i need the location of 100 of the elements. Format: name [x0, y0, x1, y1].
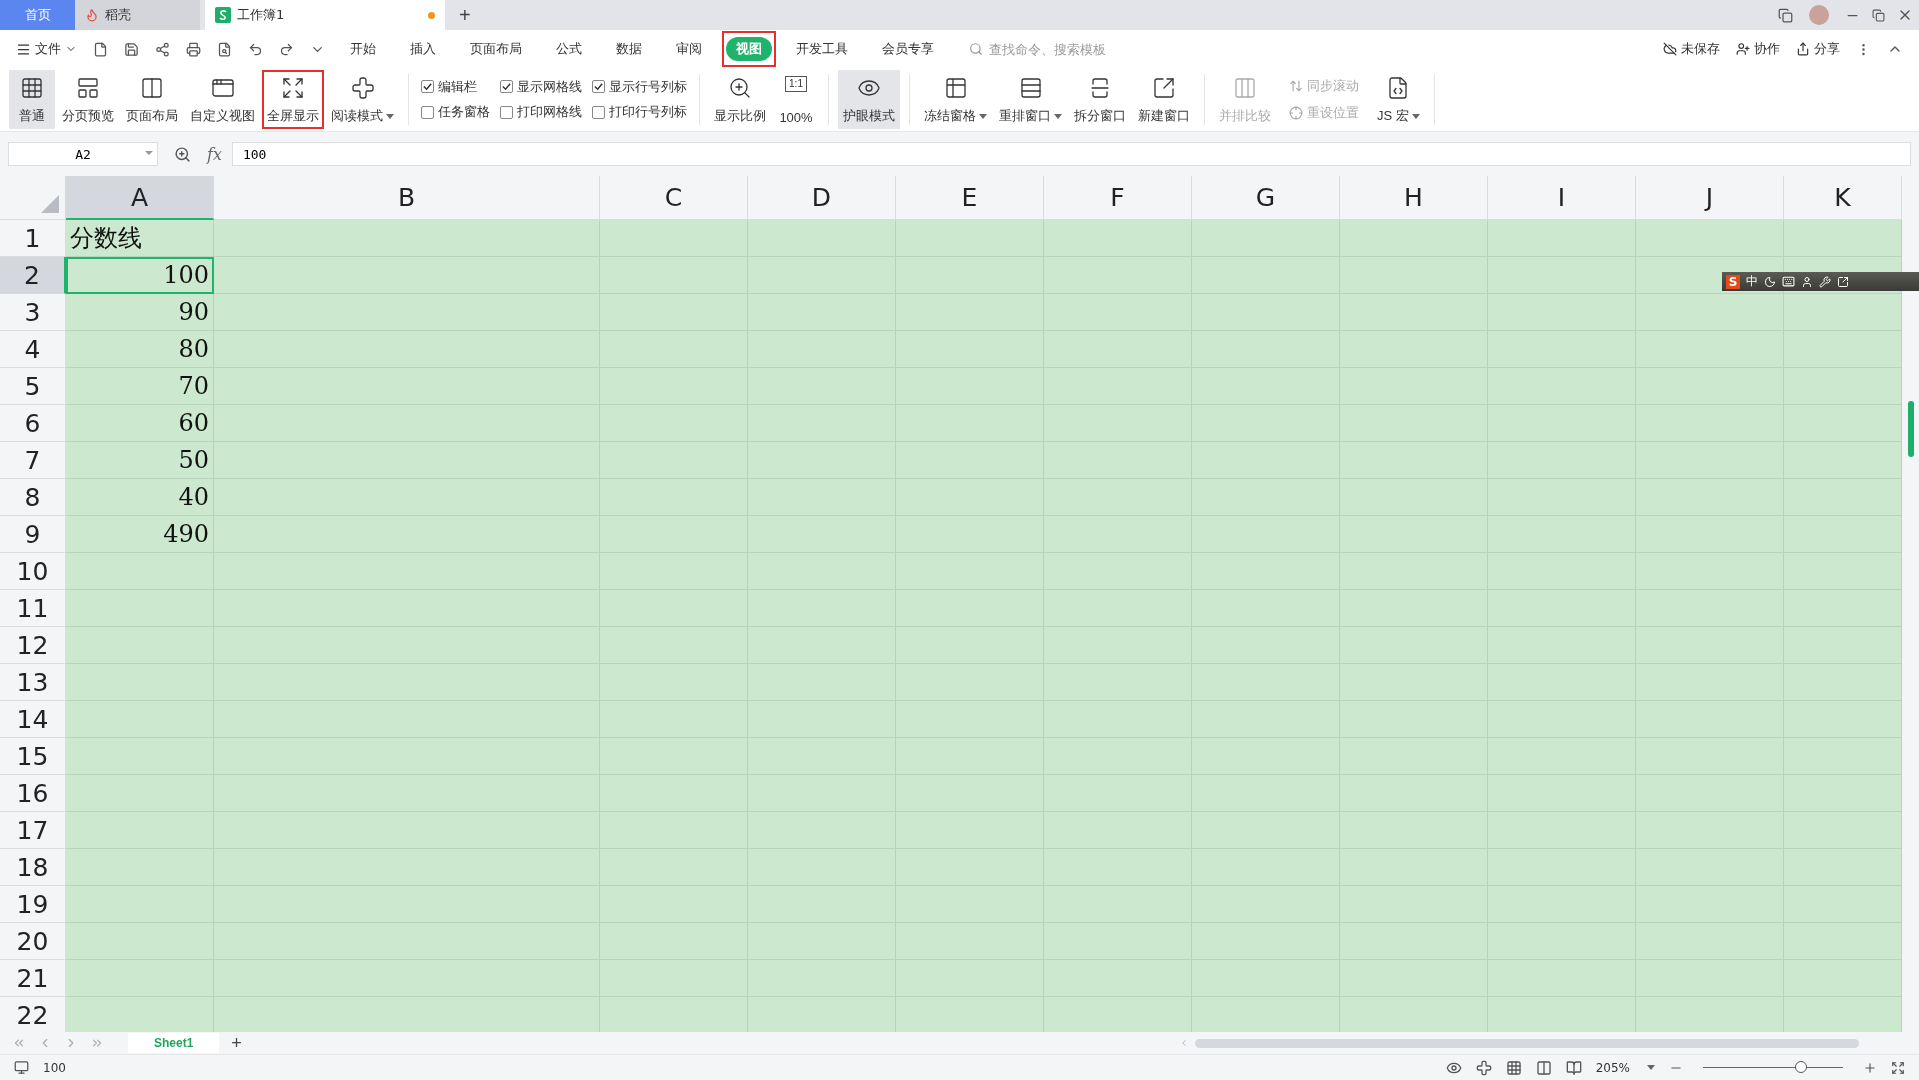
ribbon-button[interactable]: 显示比例	[709, 70, 771, 129]
table-cell[interactable]	[66, 923, 214, 960]
grid-icon[interactable]	[1505, 1059, 1522, 1076]
table-cell[interactable]	[1784, 516, 1902, 553]
table-cell[interactable]	[66, 627, 214, 664]
table-cell[interactable]	[1784, 479, 1902, 516]
table-cell[interactable]	[214, 294, 600, 331]
table-cell[interactable]	[1340, 997, 1488, 1032]
ribbon-button[interactable]: JS 宏	[1372, 70, 1425, 129]
table-cell[interactable]	[748, 220, 896, 257]
table-cell[interactable]	[66, 886, 214, 923]
table-cell[interactable]	[748, 997, 896, 1032]
keyboard-icon[interactable]	[1782, 275, 1795, 288]
table-cell[interactable]	[1784, 664, 1902, 701]
table-cell[interactable]	[1340, 220, 1488, 257]
caret-icon[interactable]	[1647, 1065, 1655, 1070]
table-cell[interactable]: 50	[66, 442, 214, 479]
table-cell[interactable]	[1784, 960, 1902, 997]
table-cell[interactable]	[1636, 220, 1784, 257]
table-cell[interactable]: 分数线	[66, 220, 214, 257]
user-icon[interactable]	[1801, 275, 1813, 288]
menu-tab[interactable]: 公式	[542, 31, 596, 67]
table-cell[interactable]: 490	[66, 516, 214, 553]
menu-tab[interactable]: 数据	[602, 31, 656, 67]
fullscreen-icon[interactable]	[1891, 1060, 1905, 1075]
column-header[interactable]: E	[896, 176, 1044, 220]
table-cell[interactable]	[1784, 701, 1902, 738]
column-header[interactable]: H	[1340, 176, 1488, 220]
row-header[interactable]: 6	[0, 405, 66, 442]
menu-tab[interactable]: 会员专享	[868, 31, 948, 67]
row-header[interactable]: 2	[0, 257, 66, 294]
scrollbar-thumb[interactable]	[1907, 401, 1914, 457]
row-header[interactable]: 4	[0, 331, 66, 368]
checkbox[interactable]	[421, 80, 434, 94]
name-box[interactable]: A2	[8, 142, 158, 166]
scroll-left-icon[interactable]	[1179, 1038, 1189, 1048]
document-tab[interactable]: 稻壳	[75, 0, 200, 30]
ribbon-button[interactable]: 自定义视图	[185, 70, 260, 129]
table-cell[interactable]	[66, 849, 214, 886]
toolbar-action[interactable]: 协作	[1730, 40, 1786, 58]
table-cell[interactable]	[600, 220, 748, 257]
table-cell[interactable]	[1784, 220, 1902, 257]
select-all-corner[interactable]	[0, 176, 66, 220]
table-cell[interactable]	[896, 997, 1044, 1032]
row-header[interactable]: 14	[0, 701, 66, 738]
column-header[interactable]: G	[1192, 176, 1340, 220]
table-cell[interactable]	[1192, 997, 1340, 1032]
table-cell[interactable]	[1784, 812, 1902, 849]
checkbox[interactable]	[421, 105, 434, 119]
table-cell[interactable]	[66, 553, 214, 590]
avatar[interactable]	[1809, 5, 1829, 25]
table-cell[interactable]	[214, 220, 600, 257]
row-header[interactable]: 21	[0, 960, 66, 997]
two-column-icon[interactable]	[1535, 1059, 1552, 1076]
table-cell[interactable]	[1784, 553, 1902, 590]
table-cell[interactable]	[1784, 368, 1902, 405]
table-cell[interactable]	[66, 960, 214, 997]
row-header[interactable]: 3	[0, 294, 66, 331]
ime-mode[interactable]: 中	[1746, 273, 1758, 290]
checkbox[interactable]	[592, 105, 605, 119]
table-cell[interactable]: 40	[66, 479, 214, 516]
last-sheet-icon[interactable]	[90, 1036, 104, 1050]
table-cell[interactable]	[1784, 331, 1902, 368]
ribbon-button[interactable]: 全屏显示	[262, 70, 324, 129]
first-sheet-icon[interactable]	[12, 1036, 26, 1050]
ime-logo[interactable]: S	[1726, 274, 1740, 289]
ribbon-button[interactable]: 重排窗口	[994, 70, 1067, 129]
ribbon-button[interactable]: 护眼模式	[838, 70, 900, 129]
table-cell[interactable]	[1784, 590, 1902, 627]
table-cell[interactable]	[66, 997, 214, 1032]
row-header[interactable]: 5	[0, 368, 66, 405]
table-cell[interactable]	[1636, 997, 1784, 1032]
table-cell[interactable]	[66, 812, 214, 849]
column-header[interactable]: K	[1784, 176, 1902, 220]
monitor-icon[interactable]	[14, 1060, 29, 1075]
table-cell[interactable]	[1784, 405, 1902, 442]
table-cell[interactable]	[1784, 442, 1902, 479]
table-cell[interactable]: 90	[66, 294, 214, 331]
row-header[interactable]: 16	[0, 775, 66, 812]
table-cell[interactable]	[1784, 627, 1902, 664]
zoom-in-icon[interactable]	[1863, 1060, 1877, 1075]
menu-tab[interactable]: 页面布局	[456, 31, 536, 67]
row-header[interactable]: 1	[0, 220, 66, 257]
document-tab[interactable]: 工作簿1	[205, 0, 445, 30]
toolbar-action[interactable]: 分享	[1790, 40, 1846, 58]
cross-icon[interactable]	[1475, 1059, 1492, 1076]
table-cell[interactable]	[1784, 886, 1902, 923]
menu-tab[interactable]: 开发工具	[782, 31, 862, 67]
wrench-icon[interactable]	[1819, 275, 1831, 288]
row-header[interactable]: 15	[0, 738, 66, 775]
column-header[interactable]: D	[748, 176, 896, 220]
slider-thumb[interactable]	[1795, 1061, 1807, 1073]
column-header[interactable]: I	[1488, 176, 1636, 220]
table-cell[interactable]	[1044, 997, 1192, 1032]
table-cell[interactable]: 80	[66, 331, 214, 368]
ribbon-button[interactable]: 页面布局	[121, 70, 183, 129]
toolbar-action[interactable]: 未保存	[1657, 40, 1726, 58]
row-header[interactable]: 13	[0, 664, 66, 701]
external-icon[interactable]	[1837, 275, 1849, 288]
table-cell[interactable]	[600, 997, 748, 1032]
